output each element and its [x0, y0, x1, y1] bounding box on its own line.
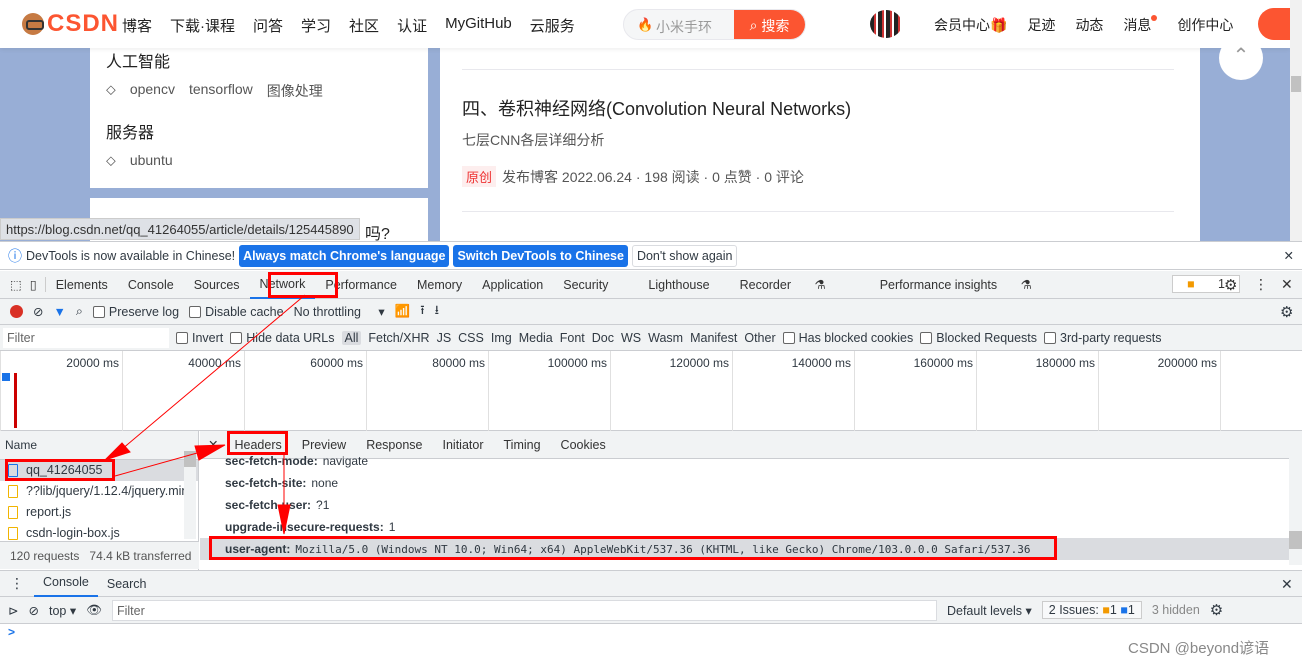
arrow-network-to-request	[114, 294, 306, 456]
annotation-arrows	[104, 294, 306, 535]
